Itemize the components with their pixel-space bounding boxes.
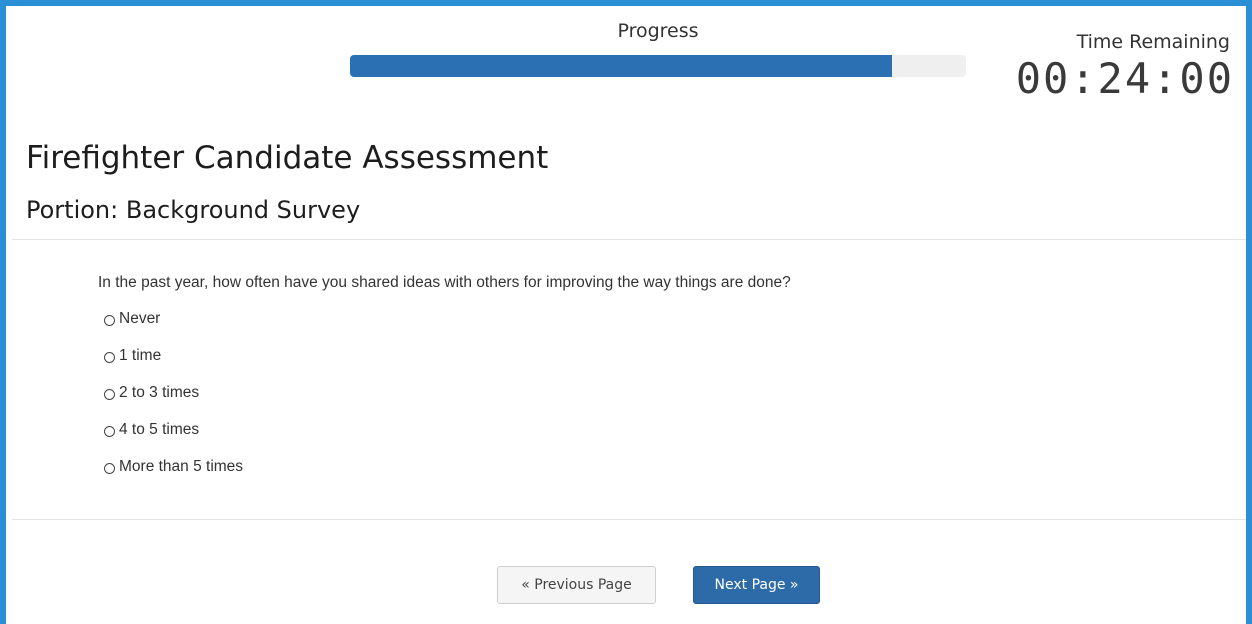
answer-options: Never 1 time 2 to 3 times 4 to 5 times M… [104,310,243,495]
portion-title: Portion: Background Survey [26,196,361,224]
radio-button-icon[interactable] [104,389,115,400]
question-text: In the past year, how often have you sha… [98,274,791,291]
radio-button-icon[interactable] [104,426,115,437]
progress-bar [350,55,966,77]
previous-page-button[interactable]: « Previous Page [497,566,656,604]
radio-button-icon[interactable] [104,352,115,363]
answer-option-label: More than 5 times [119,458,244,475]
footer-divider [12,519,1246,520]
answer-option-1-time[interactable]: 1 time [104,347,243,384]
time-remaining-value: 00:24:00 [1015,54,1234,103]
answer-option-label: 2 to 3 times [119,384,200,401]
answer-option-never[interactable]: Never [104,310,243,347]
header-divider [12,239,1246,240]
progress-label: Progress [617,20,699,42]
answer-option-label: Never [119,310,161,327]
assessment-window: Progress Time Remaining 00:24:00 Firefig… [0,0,1252,624]
answer-option-label: 4 to 5 times [119,421,200,438]
answer-option-more-than-5-times[interactable]: More than 5 times [104,458,243,495]
answer-option-label: 1 time [119,347,162,364]
answer-option-4-to-5-times[interactable]: 4 to 5 times [104,421,243,458]
radio-button-icon[interactable] [104,315,115,326]
time-remaining-label: Time Remaining [1076,31,1230,53]
page-title: Firefighter Candidate Assessment [26,140,549,176]
answer-option-2-to-3-times[interactable]: 2 to 3 times [104,384,243,421]
next-page-button[interactable]: Next Page » [693,566,820,604]
progress-bar-fill [350,55,893,77]
radio-button-icon[interactable] [104,463,115,474]
